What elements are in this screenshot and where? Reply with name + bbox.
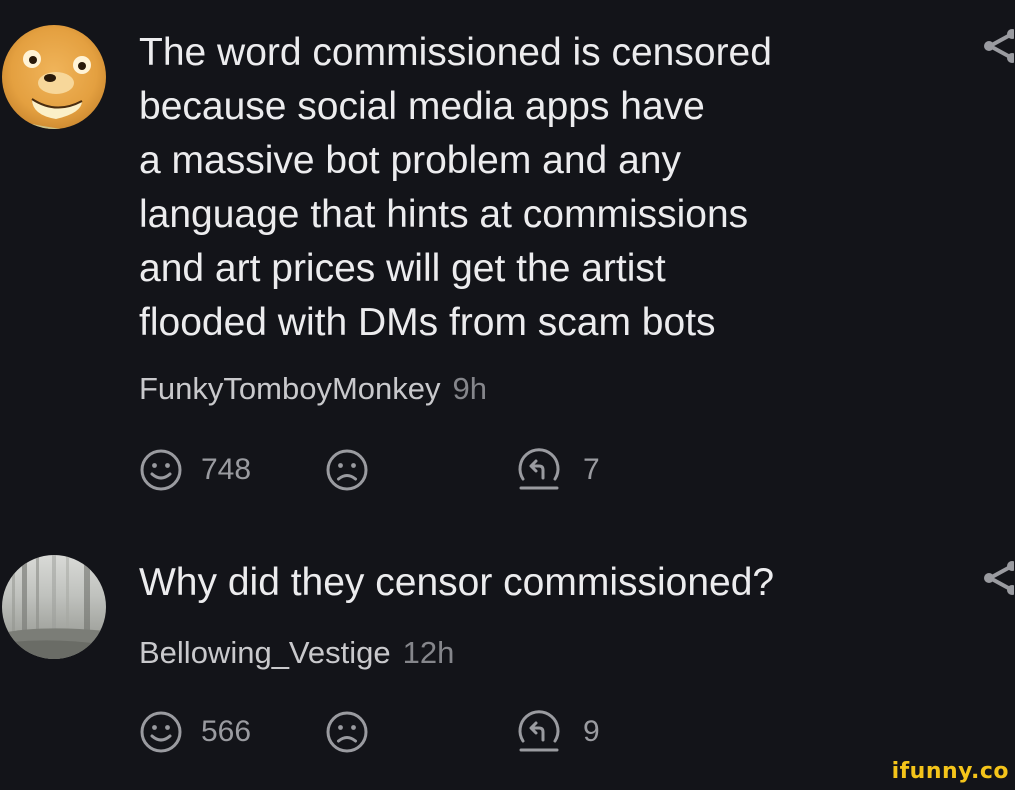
avatar[interactable] bbox=[2, 25, 106, 129]
username[interactable]: Bellowing_Vestige bbox=[139, 635, 391, 670]
bear-face-icon bbox=[2, 50, 91, 129]
reply-count: 9 bbox=[583, 715, 600, 748]
foggy-forest-icon bbox=[2, 555, 106, 659]
avatar[interactable] bbox=[2, 555, 106, 659]
comment-text: The word commissioned is censored becaus… bbox=[139, 31, 772, 344]
comment-actions: 748 7 bbox=[139, 448, 639, 492]
comment-actions: 566 9 bbox=[139, 710, 639, 754]
reply-arrow-icon[interactable] bbox=[517, 448, 561, 492]
smile-face-icon[interactable] bbox=[139, 710, 183, 754]
username[interactable]: FunkyTomboyMonkey bbox=[139, 371, 441, 406]
share-icon[interactable] bbox=[980, 26, 1014, 66]
reply-count: 7 bbox=[583, 453, 600, 486]
share-icon[interactable] bbox=[980, 558, 1014, 598]
comment-meta: FunkyTomboyMonkey 9h bbox=[139, 370, 487, 408]
reply-arrow-icon[interactable] bbox=[517, 710, 561, 754]
like-count: 566 bbox=[201, 715, 252, 748]
comment-meta: Bellowing_Vestige 12h bbox=[139, 634, 454, 672]
comment-text: Why did they censor commissioned? bbox=[139, 561, 775, 604]
timestamp: 12h bbox=[402, 635, 455, 670]
like-count: 748 bbox=[201, 453, 252, 486]
smile-face-icon[interactable] bbox=[139, 448, 183, 492]
sad-face-icon[interactable] bbox=[325, 448, 369, 492]
timestamp: 9h bbox=[452, 371, 487, 406]
sad-face-icon[interactable] bbox=[325, 710, 369, 754]
ifunny-watermark: ifunny.co bbox=[891, 759, 1009, 784]
